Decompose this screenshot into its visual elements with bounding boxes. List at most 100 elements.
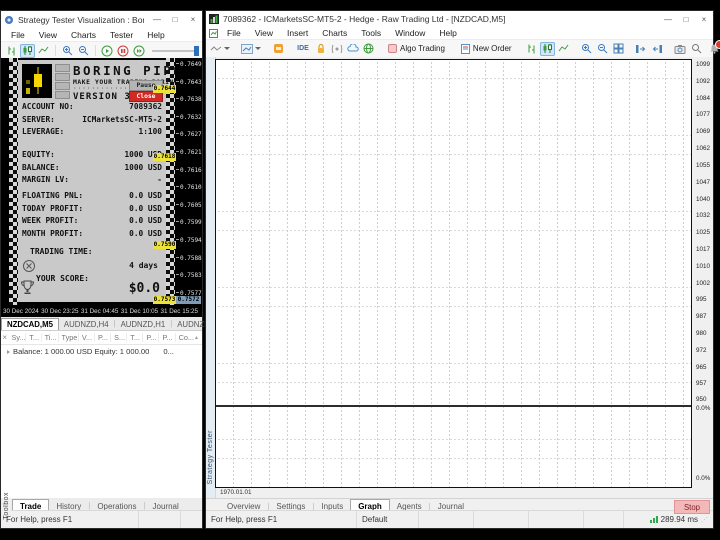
candles-chart-icon[interactable] [540,42,555,56]
right-window-title: 7089362 - ICMarketsSC-MT5-2 - Hedge - Ra… [223,14,655,24]
field-label: EQUITY: [22,150,55,159]
col-time[interactable]: Ti... [42,333,59,342]
close-button[interactable]: × [184,11,202,28]
zoom-in-icon[interactable] [60,44,75,58]
tile-windows-icon[interactable] [611,42,626,56]
speed-slider-handle[interactable] [194,46,199,56]
time-axis: 30 Dec 2024 30 Dec 23:25 31 Dec 04:45 31… [1,305,202,317]
candles-chart-icon[interactable] [20,44,35,58]
tester-visualization-app-icon [4,15,14,25]
scale-tick: 1077 [696,112,713,118]
col-sl[interactable]: S... [111,333,127,342]
col-ticket[interactable]: T... [26,333,41,342]
shift-chart-left-icon[interactable] [650,42,665,56]
menu-view[interactable]: View [32,30,64,40]
right-menubar: File View Insert Charts Tools Window Hel… [206,27,713,39]
price-tick: 0.76380 [176,97,202,103]
price-tick: 0.76325 [176,115,202,121]
maximize-button[interactable]: □ [677,11,695,27]
col-type[interactable]: Type [59,333,79,342]
menu-file[interactable]: File [4,30,32,40]
chart-tab-bar: NZDCAD,M5 AUDNZD,H4 | AUDNZD,H1 | AUDNZD… [1,317,202,331]
profile-name[interactable]: Default [356,511,418,528]
screenshot-camera-icon[interactable] [673,42,688,56]
col-volume[interactable]: V... [79,333,95,342]
minimize-button[interactable]: — [659,11,677,27]
field-label: BALANCE: [22,163,60,172]
col-profit[interactable]: P... [159,333,175,342]
scale-tick: 1032 [696,213,713,219]
bars-chart-icon[interactable] [4,44,19,58]
col-comment[interactable]: Co... [176,333,194,342]
menu-file[interactable]: File [220,28,248,38]
new-chart-dropdown-icon[interactable] [239,42,263,56]
speed-slider[interactable] [152,44,199,58]
market-watch-icon[interactable] [271,42,286,56]
play-icon[interactable] [100,44,115,58]
right-toolbar: IDE Algo Trading New Order [206,39,713,58]
right-titlebar[interactable]: 7089362 - ICMarketsSC-MT5-2 - Hedge - Ra… [206,11,713,27]
bars-chart-icon[interactable] [524,42,539,56]
lock-icon[interactable] [313,42,328,56]
left-statusbar: For Help, press F1 [1,510,202,528]
search-icon[interactable] [689,42,704,56]
visualization-chart[interactable]: BORING PIPS MAKE YOUR TRADING BORING ···… [1,58,202,305]
time-label: 31 Dec 15:25 [161,308,198,315]
toolbox-side-tab[interactable]: Toolbox [1,498,11,513]
zoom-out-icon[interactable] [595,42,610,56]
trade-table-header: × Sy... T... Ti... Type V... P... S... T… [1,331,202,345]
minimize-button[interactable]: — [148,11,166,28]
close-button[interactable]: × [695,11,713,27]
pause-icon[interactable] [116,44,131,58]
menu-tester[interactable]: Tester [103,30,140,40]
drawdown-top-label: 0.0% [696,406,710,412]
globe-icon[interactable] [361,42,376,56]
connection-bars-icon [650,516,658,523]
panel-close-icon[interactable]: × [1,333,8,342]
stop-button[interactable]: Stop [674,500,710,514]
scale-tick: 1047 [696,180,713,186]
menu-help[interactable]: Help [140,30,171,40]
scale-tick: 1040 [696,197,713,203]
sort-icon[interactable]: ▲ [194,335,202,341]
shift-chart-right-icon[interactable] [634,42,649,56]
notifications-bell-icon[interactable] [707,42,720,56]
maximize-button[interactable]: □ [166,11,184,28]
trade-panel: × Sy... T... Ti... Type V... P... S... T… [1,331,202,498]
skip-to-end-icon[interactable] [132,44,147,58]
col-tp[interactable]: T... [127,333,143,342]
metaeditor-ide-icon[interactable]: IDE [294,42,312,56]
col-symbol[interactable]: Sy... [8,333,26,342]
col-price2[interactable]: P... [143,333,159,342]
panel-mini-controls [55,64,70,100]
balance-row[interactable]: Balance: 1 000.00 USD Equity: 1 000.00 0… [1,345,202,358]
metaquotes-id-icon[interactable] [329,42,344,56]
menu-help[interactable]: Help [432,28,463,38]
balance-graph[interactable] [215,59,692,488]
chart-window-icon[interactable] [209,29,218,38]
menu-window[interactable]: Window [388,28,432,38]
left-price-scale[interactable]: 0.76490 0.76435 0.76380 0.76325 0.76270 … [175,58,202,305]
chart-tab-audnzd-h1[interactable]: AUDNZD,H1 [116,318,171,330]
line-chart-icon[interactable] [556,42,571,56]
zoom-in-icon[interactable] [579,42,594,56]
panel-title: BORING PIPS [73,63,183,78]
chart-tab-nzdcad-m5[interactable]: NZDCAD,M5 [1,318,59,330]
chart-tab-audnzd-h4[interactable]: AUDNZD,H4 [59,318,114,330]
left-titlebar[interactable]: Strategy Tester Visualization : BoringPi… [1,11,202,28]
cloud-icon[interactable] [345,42,360,56]
indicator-dropdown-icon[interactable] [209,42,231,56]
boring-pips-panel: BORING PIPS MAKE YOUR TRADING BORING ···… [18,60,166,302]
scale-tick: 1010 [696,264,713,270]
zoom-out-icon[interactable] [76,44,91,58]
mt5-terminal-window: 7089362 - ICMarketsSC-MT5-2 - Hedge - Ra… [205,10,714,529]
line-chart-icon[interactable] [36,44,51,58]
menu-view[interactable]: View [248,28,280,38]
menu-insert[interactable]: Insert [280,28,315,38]
col-price[interactable]: P... [95,333,111,342]
new-order-button[interactable]: New Order [457,42,516,56]
menu-charts[interactable]: Charts [64,30,103,40]
menu-tools[interactable]: Tools [354,28,388,38]
algo-trading-button[interactable]: Algo Trading [384,42,449,56]
menu-charts[interactable]: Charts [315,28,354,38]
